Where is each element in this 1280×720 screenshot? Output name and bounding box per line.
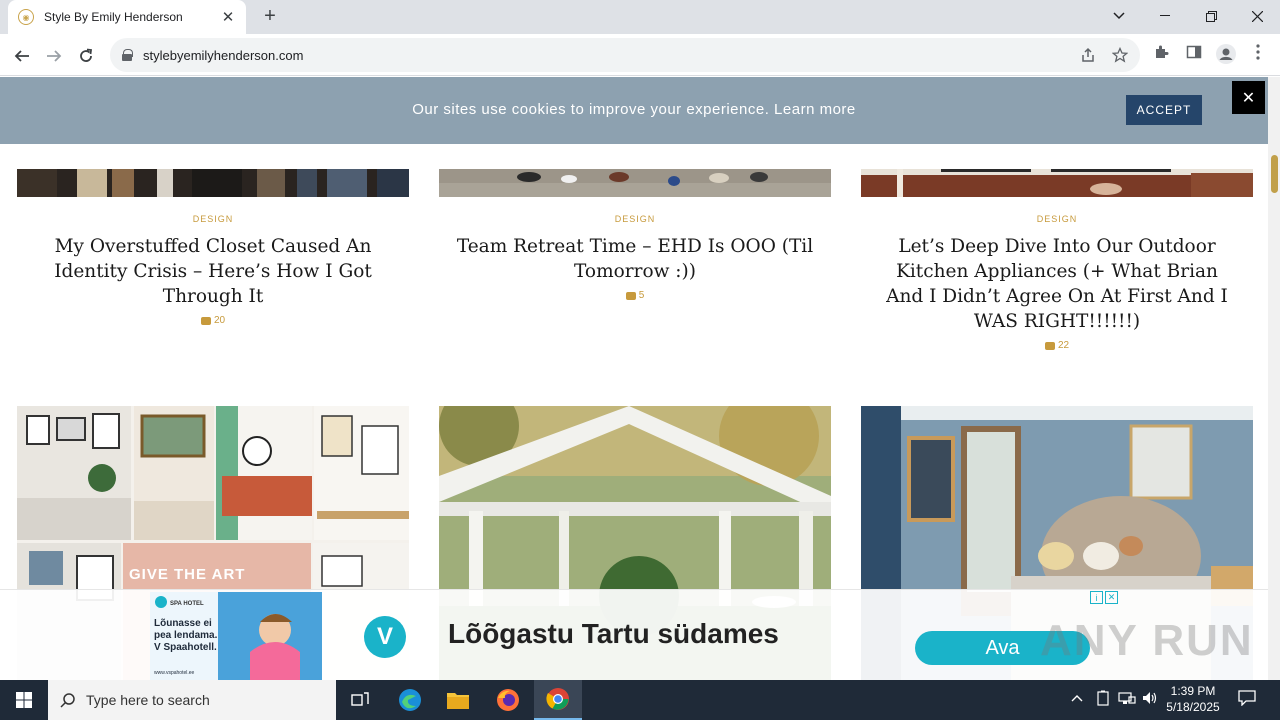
comment-bubble-icon — [625, 291, 636, 300]
ad-close-icon[interactable]: ✕ — [1105, 591, 1118, 604]
forward-icon[interactable] — [40, 42, 68, 70]
cookie-close-icon[interactable]: ✕ — [1232, 81, 1265, 114]
post-card: DESIGN Team Retreat Time – EHD Is OOO (T… — [439, 214, 831, 301]
firefox-icon[interactable] — [484, 680, 532, 720]
clock-time: 1:39 PM — [1170, 684, 1216, 698]
post-image-outdoor-kitchen[interactable] — [861, 169, 1253, 197]
post-title[interactable]: Team Retreat Time – EHD Is OOO (Til Tomo… — [455, 234, 815, 284]
comment-bubble-icon — [1044, 341, 1055, 350]
notification-center-icon[interactable] — [1238, 690, 1256, 709]
ad-thumb-brand: SPA HOTEL — [170, 601, 204, 607]
cookie-banner: Our sites use cookies to improve your ex… — [0, 77, 1268, 144]
post-image-team-retreat[interactable] — [439, 169, 831, 197]
tab-search-icon[interactable] — [1096, 0, 1142, 32]
bookmark-star-icon[interactable] — [1111, 46, 1129, 67]
cookie-message: Our sites use cookies to improve your ex… — [0, 101, 1268, 118]
comment-count-value: 20 — [213, 315, 226, 326]
post-category[interactable]: DESIGN — [439, 214, 831, 224]
edge-icon[interactable] — [386, 680, 434, 720]
minimize-icon[interactable] — [1142, 0, 1188, 32]
page-scrollbar[interactable] — [1268, 77, 1280, 680]
taskbar-search[interactable]: Type here to search — [48, 680, 336, 720]
ad-banner: SPA HOTEL Lõunasse ei pea lendama. V Spa… — [0, 589, 1268, 680]
file-explorer-icon[interactable] — [434, 680, 482, 720]
comment-count-value: 22 — [1057, 340, 1070, 351]
task-view-icon[interactable] — [336, 680, 384, 720]
address-bar[interactable]: stylebyemilyhenderson.com — [110, 38, 1140, 72]
search-icon — [60, 693, 75, 708]
ad-thumb-text: Lõunasse ei pea lendama. V Spaahotell. — [154, 618, 218, 653]
learn-more-link[interactable]: Learn more — [774, 101, 856, 118]
share-icon[interactable] — [1080, 47, 1096, 67]
comment-count[interactable]: 5 — [439, 290, 831, 301]
clock-date: 5/18/2025 — [1166, 700, 1220, 714]
comment-bubble-icon — [200, 316, 211, 325]
volume-icon[interactable] — [1142, 690, 1158, 709]
taskbar: Type here to search 1:39 PM 5/18/2025 — [0, 680, 1280, 720]
tab-strip: ◉ Style By Emily Henderson ✕ + — [0, 0, 1280, 34]
web-page: DESIGN My Overstuffed Closet Caused An I… — [0, 77, 1268, 680]
profile-avatar-icon[interactable] — [1215, 44, 1237, 66]
post-card: DESIGN Let’s Deep Dive Into Our Outdoor … — [861, 214, 1253, 351]
site-favicon-icon: ◉ — [18, 9, 34, 25]
browser-toolbar: stylebyemilyhenderson.com — [0, 34, 1280, 76]
anyrun-watermark: ANY RUN — [1040, 616, 1254, 665]
search-placeholder[interactable]: Type here to search — [86, 692, 210, 708]
post-category[interactable]: DESIGN — [861, 214, 1253, 224]
post-category[interactable]: DESIGN — [17, 214, 409, 224]
network-icon[interactable] — [1118, 690, 1136, 709]
windows-start-icon[interactable] — [0, 680, 48, 720]
lock-icon[interactable] — [122, 49, 133, 61]
system-clock[interactable]: 1:39 PM 5/18/2025 — [1160, 683, 1226, 715]
tab-close-icon[interactable]: ✕ — [220, 8, 236, 26]
extensions-icon[interactable] — [1151, 44, 1173, 66]
show-hidden-icons-icon[interactable] — [1071, 690, 1083, 705]
tab-title: Style By Emily Henderson — [44, 10, 183, 24]
gallery-overlay-text: GIVE THE ART — [129, 566, 245, 583]
ad-info-icon[interactable]: i — [1090, 591, 1103, 604]
post-card: DESIGN My Overstuffed Closet Caused An I… — [17, 214, 409, 326]
ad-choices: i ✕ — [1090, 591, 1120, 605]
battery-icon[interactable] — [1096, 690, 1110, 709]
comment-count[interactable]: 22 — [861, 340, 1253, 351]
back-icon[interactable] — [8, 42, 36, 70]
scrollbar-thumb[interactable] — [1271, 155, 1278, 193]
chrome-icon[interactable] — [534, 680, 582, 720]
ad-thumbnail[interactable]: SPA HOTEL Lõunasse ei pea lendama. V Spa… — [150, 592, 322, 680]
side-panel-icon[interactable] — [1183, 44, 1205, 66]
menu-kebab-icon[interactable] — [1247, 44, 1269, 66]
reload-icon[interactable] — [72, 42, 100, 70]
post-title[interactable]: Let’s Deep Dive Into Our Outdoor Kitchen… — [877, 234, 1237, 334]
new-tab-button[interactable]: + — [258, 5, 282, 29]
url-text[interactable]: stylebyemilyhenderson.com — [143, 48, 303, 63]
comment-count-value: 5 — [638, 290, 645, 301]
window-close-icon[interactable] — [1234, 0, 1280, 32]
ad-logo-icon[interactable]: V — [364, 616, 406, 658]
post-title[interactable]: My Overstuffed Closet Caused An Identity… — [33, 234, 393, 309]
comment-count[interactable]: 20 — [17, 315, 409, 326]
ad-thumb-url: www.vspahotel.ee — [154, 670, 195, 676]
ad-headline[interactable]: Lõõgastu Tartu südames — [448, 618, 779, 650]
post-image-closet[interactable] — [17, 169, 409, 197]
cookie-text: Our sites use cookies to improve your ex… — [412, 101, 770, 118]
accept-cookies-button[interactable]: ACCEPT — [1126, 95, 1202, 125]
restore-icon[interactable] — [1188, 0, 1234, 32]
browser-tab[interactable]: ◉ Style By Emily Henderson ✕ — [8, 0, 246, 34]
